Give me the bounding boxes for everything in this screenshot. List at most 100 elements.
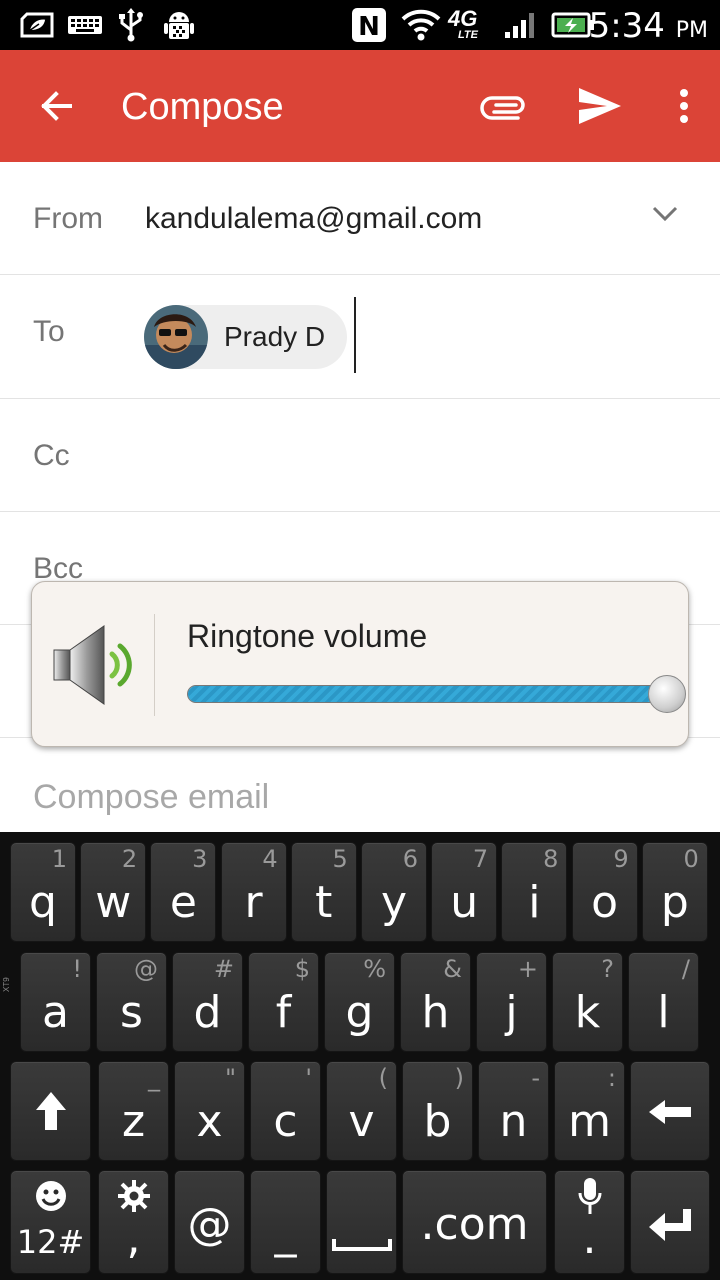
send-button[interactable]: [574, 80, 626, 132]
page-title: Compose: [121, 86, 284, 128]
key-a[interactable]: ! a: [20, 952, 91, 1052]
key-i[interactable]: 8i: [501, 842, 568, 942]
key-label: n: [499, 1096, 528, 1147]
key-sub-label: @: [134, 955, 158, 983]
key-label: l: [657, 987, 670, 1038]
key-sub-label: (: [378, 1064, 388, 1092]
key-r[interactable]: 4r: [220, 842, 287, 942]
key-sub-label: +: [517, 955, 538, 983]
shift-icon: [11, 1090, 90, 1132]
key-sub-label: _: [148, 1064, 160, 1092]
key-label: e: [169, 877, 197, 928]
comma-key[interactable]: ,: [98, 1170, 169, 1274]
key-l[interactable]: / l: [628, 952, 699, 1052]
key-v[interactable]: (v: [326, 1061, 397, 1161]
emoji-key[interactable]: 12#: [10, 1170, 91, 1274]
mic-period-key[interactable]: .: [554, 1170, 625, 1274]
attach-button[interactable]: [478, 80, 530, 132]
backspace-icon: [631, 1098, 709, 1126]
shift-key[interactable]: [10, 1061, 91, 1161]
from-label: From: [33, 202, 103, 235]
enter-key[interactable]: [630, 1170, 710, 1274]
emoji-icon: [11, 1179, 90, 1213]
key-h[interactable]: & h: [400, 952, 471, 1052]
overflow-menu-button[interactable]: [658, 80, 710, 132]
backspace-key[interactable]: [630, 1061, 710, 1161]
key-label: f: [275, 987, 292, 1038]
key-t[interactable]: 5t: [290, 842, 357, 942]
dotcom-key[interactable]: .com: [402, 1170, 547, 1274]
key-p[interactable]: 0p: [641, 842, 708, 942]
key-sub-label: ': [305, 1064, 312, 1092]
volume-slider[interactable]: [187, 685, 667, 703]
keyboard-tag: XT9: [2, 977, 11, 992]
key-d[interactable]: # d: [172, 952, 243, 1052]
key-q[interactable]: 1q: [10, 842, 76, 942]
key-label: k: [574, 987, 601, 1038]
key-label: d: [193, 987, 222, 1038]
key-s[interactable]: @ s: [96, 952, 167, 1052]
underscore-key[interactable]: _: [250, 1170, 321, 1274]
period-label: .: [582, 1213, 597, 1264]
key-label: q: [29, 877, 57, 928]
key-e[interactable]: 3e: [150, 842, 217, 942]
key-w[interactable]: 2w: [80, 842, 147, 942]
cc-row[interactable]: Cc: [0, 399, 720, 512]
volume-thumb[interactable]: [648, 675, 686, 713]
space-icon: [327, 1237, 396, 1253]
cc-label: Cc: [33, 439, 70, 472]
space-key[interactable]: [326, 1170, 397, 1274]
key-z[interactable]: _ z: [98, 1061, 169, 1161]
signal-icon: [502, 8, 540, 42]
key-g[interactable]: % g: [324, 952, 395, 1052]
key-f[interactable]: $ f: [248, 952, 319, 1052]
time-value: 5:34: [588, 6, 665, 46]
key-j[interactable]: + j: [476, 952, 547, 1052]
key-k[interactable]: ? k: [552, 952, 623, 1052]
key-x[interactable]: " x: [174, 1061, 245, 1161]
attach-icon: [480, 96, 525, 120]
key-sub-label: 8: [543, 845, 559, 873]
from-row[interactable]: From kandulalema@gmail.com: [0, 162, 720, 275]
key-n[interactable]: -n: [478, 1061, 549, 1161]
status-time: 5:34 PM: [589, 6, 708, 46]
key-label: x: [196, 1096, 223, 1147]
status-bar: N 4G LTE 5:34 PM: [0, 0, 720, 50]
keyboard-icon: [66, 8, 104, 42]
at-key[interactable]: @: [174, 1170, 245, 1274]
key-u[interactable]: 7u: [431, 842, 498, 942]
key-label: r: [244, 877, 263, 928]
key-label: a: [42, 987, 69, 1038]
recipient-name: Prady D: [224, 321, 326, 352]
to-row[interactable]: To Prady D: [0, 275, 720, 399]
back-button[interactable]: [30, 80, 82, 132]
key-label: g: [345, 987, 374, 1038]
nfc-icon: N: [349, 8, 389, 42]
key-label: j: [505, 987, 518, 1038]
leaf-icon: [18, 8, 56, 42]
key-label: h: [421, 987, 450, 1038]
key-b[interactable]: ) b: [402, 1061, 473, 1161]
overflow-menu-icon: [680, 89, 688, 123]
key-c[interactable]: ' c: [250, 1061, 321, 1161]
keyboard: XT9 1 q 2 w 3 e 4 r 5 t 6 y 7 u 8 i 9 o 0 p! a @ s # d $ f% g & h + j? k…: [0, 832, 720, 1280]
key-label: u: [450, 877, 479, 928]
key-sub-label: 1: [51, 845, 67, 873]
app-bar: Compose: [0, 50, 720, 162]
key-label: c: [273, 1096, 298, 1147]
at-label: @: [187, 1199, 232, 1250]
back-arrow-icon: [41, 91, 72, 121]
compose-body-placeholder[interactable]: Compose email: [33, 778, 269, 817]
recipient-chip[interactable]: Prady D: [144, 305, 347, 369]
emoji-key-label: 12#: [16, 1223, 85, 1261]
key-m[interactable]: :m: [554, 1061, 625, 1161]
from-value[interactable]: kandulalema@gmail.com: [145, 202, 482, 236]
text-cursor: [354, 297, 356, 373]
volume-fill: [188, 686, 666, 702]
key-label: w: [95, 877, 132, 928]
chevron-down-icon[interactable]: [652, 206, 678, 227]
network-label: 4G: [448, 6, 478, 31]
key-y[interactable]: 6y: [361, 842, 427, 942]
key-o[interactable]: 9o: [571, 842, 638, 942]
wifi-icon: [400, 8, 442, 42]
